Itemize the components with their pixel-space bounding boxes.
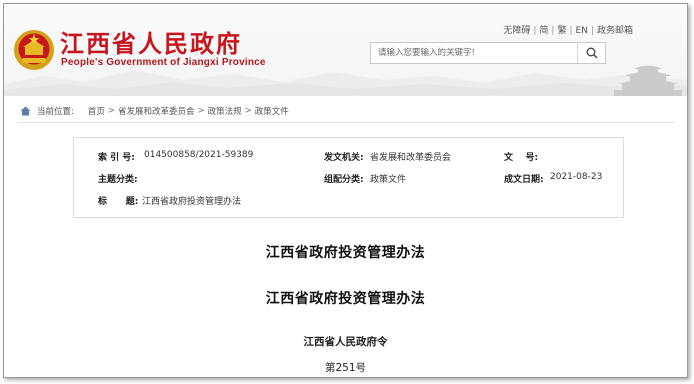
index-number-label: 索 引 号: bbox=[98, 153, 135, 163]
decree-issuer: 江西省人民政府令 bbox=[303, 336, 388, 348]
breadcrumb-label: 当前位置: bbox=[37, 107, 74, 117]
gov-mailbox-link[interactable]: 政务邮箱 bbox=[597, 26, 633, 36]
national-emblem-icon bbox=[14, 30, 54, 70]
accessibility-link[interactable]: 无障碍 bbox=[503, 26, 530, 36]
date-value: 2021-08-23 bbox=[550, 172, 603, 182]
breadcrumb-development-commission[interactable]: 省发展和改革委员会 bbox=[118, 105, 195, 117]
home-icon bbox=[20, 106, 31, 116]
breadcrumb-home[interactable]: 首页 bbox=[88, 105, 105, 117]
search-icon bbox=[586, 47, 597, 59]
document-number-label: 文 号: bbox=[504, 153, 539, 163]
divider: | bbox=[533, 26, 537, 36]
english-link[interactable]: EN bbox=[576, 26, 588, 36]
traditional-chinese-link[interactable]: 繁 bbox=[557, 26, 566, 36]
site-subtitle: People's Government of Jiangxi Province bbox=[61, 57, 266, 68]
breadcrumb: 当前位置: 首页 > 省发展和改革委员会 > 政策法规 > 政策文件 bbox=[20, 105, 289, 117]
site-title[interactable]: 江西省人民政府 bbox=[60, 24, 242, 59]
search-input[interactable] bbox=[371, 43, 576, 63]
issuer-value: 省发展和改革委员会 bbox=[370, 153, 452, 163]
simplified-chinese-link[interactable]: 简 bbox=[539, 26, 548, 36]
divider: | bbox=[569, 26, 573, 36]
topic-label: 主题分类: bbox=[98, 175, 138, 185]
breadcrumb-divider bbox=[18, 122, 675, 123]
title-label: 标 题: bbox=[98, 197, 139, 207]
title-value: 江西省政府投资管理办法 bbox=[142, 197, 242, 207]
divider: | bbox=[551, 26, 555, 36]
divider: | bbox=[590, 26, 594, 36]
pavilion-illustration bbox=[614, 65, 682, 96]
article-heading: 江西省政府投资管理办法 bbox=[265, 245, 426, 261]
breadcrumb-separator: > bbox=[197, 106, 205, 116]
issuer-label: 发文机关: bbox=[324, 153, 364, 163]
decree-number: 第251号 bbox=[324, 362, 367, 374]
breadcrumb-policies[interactable]: 政策法规 bbox=[208, 105, 242, 117]
breadcrumb-separator: > bbox=[244, 106, 252, 116]
browser-frame: 江西省人民政府 People's Government of Jiangxi P… bbox=[3, 3, 688, 378]
category-value: 政策文件 bbox=[370, 175, 407, 185]
breadcrumb-separator: > bbox=[107, 106, 116, 116]
site-header: 江西省人民政府 People's Government of Jiangxi P… bbox=[4, 4, 687, 96]
breadcrumb-policy-documents[interactable]: 政策文件 bbox=[255, 105, 289, 117]
top-links: 无障碍 | 简 | 繁 | EN | 政务邮箱 bbox=[503, 23, 633, 36]
index-number-value: 014500858/2021-59389 bbox=[144, 150, 254, 160]
search-box bbox=[370, 42, 606, 64]
search-button[interactable] bbox=[577, 43, 605, 63]
category-label: 组配分类: bbox=[324, 175, 364, 185]
article-subheading: 江西省政府投资管理办法 bbox=[265, 291, 426, 307]
document-info-table: 索 引 号: 014500858/2021-59389 发文机关: 省发展和改革… bbox=[73, 137, 624, 218]
date-label: 成文日期: bbox=[504, 175, 544, 185]
